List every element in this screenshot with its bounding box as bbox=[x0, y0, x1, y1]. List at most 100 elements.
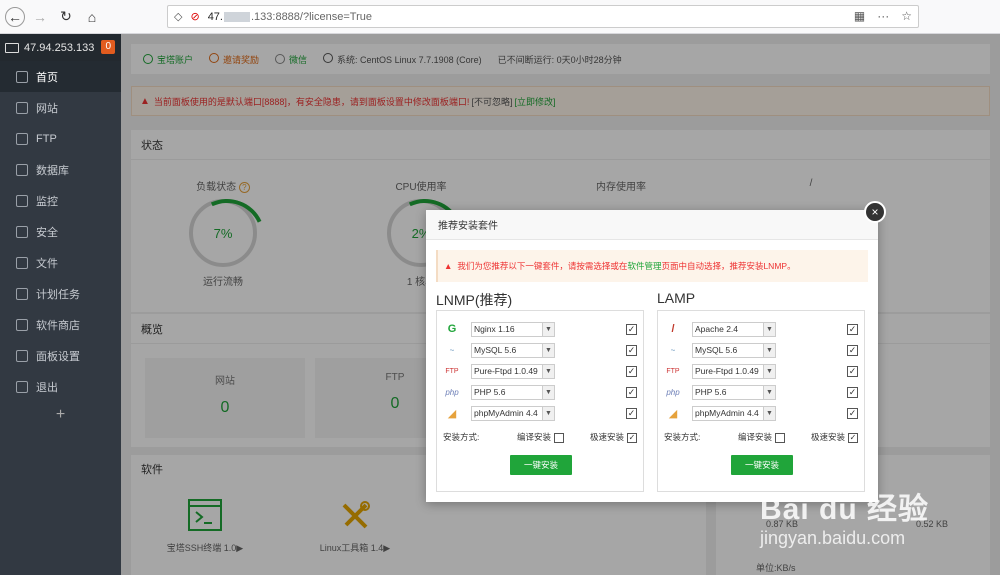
more-dots-icon[interactable]: ··· bbox=[877, 9, 889, 23]
watermark-logo: Bai du 经验 bbox=[760, 493, 930, 526]
globe-icon bbox=[16, 101, 28, 114]
monitor-icon bbox=[16, 194, 28, 207]
shield-icon: ◇ bbox=[174, 11, 183, 23]
phpmyadmin-icon: ◢ bbox=[668, 407, 678, 420]
close-modal-button[interactable]: × bbox=[864, 201, 886, 223]
notification-badge[interactable]: 0 bbox=[101, 40, 115, 54]
server-ip: 47.94.253.133 bbox=[24, 41, 95, 54]
sidebar-item-cron[interactable]: 计划任务 bbox=[0, 278, 121, 309]
phpmyadmin-version-select[interactable]: phpMyAdmin 4.4 ▼ bbox=[692, 405, 776, 421]
php-checkbox[interactable]: ✓ bbox=[626, 386, 637, 398]
shield-icon bbox=[16, 225, 28, 238]
lamp-box: / Apache 2.4 ▼ ✓ ~ MySQL 5.6 ▼ ✓ FTP Pure-… bbox=[657, 310, 865, 492]
ftpd-checkbox[interactable]: ✓ bbox=[626, 365, 637, 377]
chevron-down-icon: ▼ bbox=[763, 343, 775, 357]
phpmyadmin-version-select[interactable]: phpMyAdmin 4.4 ▼ bbox=[471, 405, 555, 421]
back-button[interactable]: ← bbox=[5, 6, 25, 27]
home-icon: ⌂ bbox=[87, 8, 97, 25]
apache-feather-icon: / bbox=[671, 323, 675, 335]
chevron-down-icon: ▼ bbox=[542, 385, 554, 399]
sidebar-item-security[interactable]: 安全 bbox=[0, 216, 121, 247]
apache-checkbox[interactable]: ✓ bbox=[847, 323, 858, 335]
baidu-watermark: Bai du 经验 jingyan.baidu.com bbox=[760, 484, 1000, 574]
fast-install-checkbox[interactable]: ✓ bbox=[627, 432, 637, 443]
modal-title: 推荐安装套件 bbox=[426, 210, 878, 240]
modal-warning: ▲ 我们为您推荐以下一键套件，请按需选择或在 软件管理 页面中自动选择，推荐安装… bbox=[436, 250, 868, 282]
ftp-icon: FTP bbox=[666, 367, 680, 375]
mysql-icon: ~ bbox=[449, 345, 455, 355]
phpmyadmin-checkbox[interactable]: ✓ bbox=[847, 407, 858, 419]
mysql-version-select[interactable]: MySQL 5.6 ▼ bbox=[692, 342, 776, 358]
software-manage-link[interactable]: 软件管理 bbox=[627, 260, 661, 272]
compile-install-checkbox[interactable] bbox=[554, 432, 565, 443]
sidebar-item-store[interactable]: 软件商店 bbox=[0, 309, 121, 340]
calendar-icon bbox=[16, 287, 28, 300]
lamp-row-ftpd: FTP Pure-Ftpd 1.0.49 ▼ ✓ bbox=[664, 363, 858, 379]
mysql-version-select[interactable]: MySQL 5.6 ▼ bbox=[471, 342, 555, 358]
mysql-checkbox[interactable]: ✓ bbox=[847, 344, 858, 356]
lnmp-title: LNMP(推荐) bbox=[436, 292, 513, 308]
lamp-row-phpmyadmin: ◢ phpMyAdmin 4.4 ▼ ✓ bbox=[664, 405, 858, 421]
add-shortcut-button[interactable]: + bbox=[0, 406, 121, 424]
nginx-checkbox[interactable]: ✓ bbox=[626, 323, 637, 335]
lamp-install-button[interactable]: 一键安装 bbox=[731, 455, 793, 475]
reload-button[interactable]: ↻ bbox=[55, 6, 77, 28]
fast-install-checkbox[interactable]: ✓ bbox=[848, 432, 858, 443]
nginx-icon: G bbox=[447, 323, 457, 335]
mysql-checkbox[interactable]: ✓ bbox=[626, 344, 637, 356]
url-host: 47. bbox=[207, 10, 223, 23]
lamp-row-mysql: ~ MySQL 5.6 ▼ ✓ bbox=[664, 342, 858, 358]
grid-icon bbox=[16, 318, 28, 331]
reload-icon: ↻ bbox=[60, 8, 72, 24]
chevron-down-icon: ▼ bbox=[542, 364, 554, 378]
sidebar-item-monitor[interactable]: 监控 bbox=[0, 185, 121, 216]
lnmp-row-phpmyadmin: ◢ phpMyAdmin 4.4 ▼ ✓ bbox=[443, 405, 637, 421]
arrow-left-icon: ← bbox=[8, 8, 22, 25]
sidebar-item-logout[interactable]: 退出 bbox=[0, 371, 121, 402]
arrow-right-icon: → bbox=[33, 8, 47, 25]
insecure-lock-icon: ⊘ bbox=[190, 11, 200, 23]
phpmyadmin-checkbox[interactable]: ✓ bbox=[626, 407, 637, 419]
url-path: .133:8888/?license=True bbox=[250, 10, 372, 23]
gear-icon bbox=[16, 349, 28, 362]
ftpd-version-select[interactable]: Pure-Ftpd 1.0.49 ▼ bbox=[692, 363, 776, 379]
sidebar-item-files[interactable]: 文件 bbox=[0, 247, 121, 278]
lnmp-install-button[interactable]: 一键安装 bbox=[510, 455, 572, 475]
compile-install-checkbox[interactable] bbox=[775, 432, 786, 443]
sidebar-item-home[interactable]: 首页 bbox=[0, 61, 121, 92]
qr-code-icon[interactable]: ▦ bbox=[854, 9, 865, 23]
sidebar-item-database[interactable]: 数据库 bbox=[0, 154, 121, 185]
folder-icon bbox=[16, 256, 28, 269]
browser-toolbar: ← → ↻ ⌂ ◇ ⊘ 47. .133:8888/?license=True … bbox=[0, 0, 1000, 34]
apache-version-select[interactable]: Apache 2.4 ▼ bbox=[692, 321, 776, 337]
forward-button[interactable]: → bbox=[29, 6, 51, 28]
ftpd-version-select[interactable]: Pure-Ftpd 1.0.49 ▼ bbox=[471, 363, 555, 379]
chevron-down-icon: ▼ bbox=[763, 406, 775, 420]
lnmp-row-mysql: ~ MySQL 5.6 ▼ ✓ bbox=[443, 342, 637, 358]
sidebar-item-ftp[interactable]: FTP bbox=[0, 123, 121, 154]
sidebar-item-website[interactable]: 网站 bbox=[0, 92, 121, 123]
home-icon bbox=[16, 70, 28, 83]
home-button[interactable]: ⌂ bbox=[81, 6, 103, 28]
lnmp-row-php: php PHP 5.6 ▼ ✓ bbox=[443, 384, 637, 400]
chevron-down-icon: ▼ bbox=[542, 343, 554, 357]
php-checkbox[interactable]: ✓ bbox=[847, 386, 858, 398]
ftpd-checkbox[interactable]: ✓ bbox=[847, 365, 858, 377]
warning-icon: ▲ bbox=[444, 261, 453, 271]
ftp-icon bbox=[16, 132, 28, 145]
bookmark-star-icon[interactable]: ☆ bbox=[901, 9, 912, 23]
nginx-version-select[interactable]: Nginx 1.16 ▼ bbox=[471, 321, 555, 337]
php-icon: php bbox=[666, 387, 680, 397]
chevron-down-icon: ▼ bbox=[763, 322, 775, 336]
address-bar[interactable]: ◇ ⊘ 47. .133:8888/?license=True ▦ ··· ☆ bbox=[167, 5, 919, 28]
php-version-select[interactable]: PHP 5.6 ▼ bbox=[471, 384, 555, 400]
chevron-down-icon: ▼ bbox=[763, 364, 775, 378]
lnmp-install-method: 安装方式: 编译安装 极速安装 ✓ bbox=[443, 432, 637, 443]
php-version-select[interactable]: PHP 5.6 ▼ bbox=[692, 384, 776, 400]
sidebar-item-settings[interactable]: 面板设置 bbox=[0, 340, 121, 371]
lamp-install-method: 安装方式: 编译安装 极速安装 ✓ bbox=[664, 432, 858, 443]
sidebar: 47.94.253.133 0 首页 网站 FTP 数据库 监控 安全 文件 计… bbox=[0, 34, 121, 575]
ftp-icon: FTP bbox=[445, 367, 459, 375]
server-header: 47.94.253.133 0 bbox=[0, 34, 121, 61]
watermark-url: jingyan.baidu.com bbox=[760, 528, 906, 548]
